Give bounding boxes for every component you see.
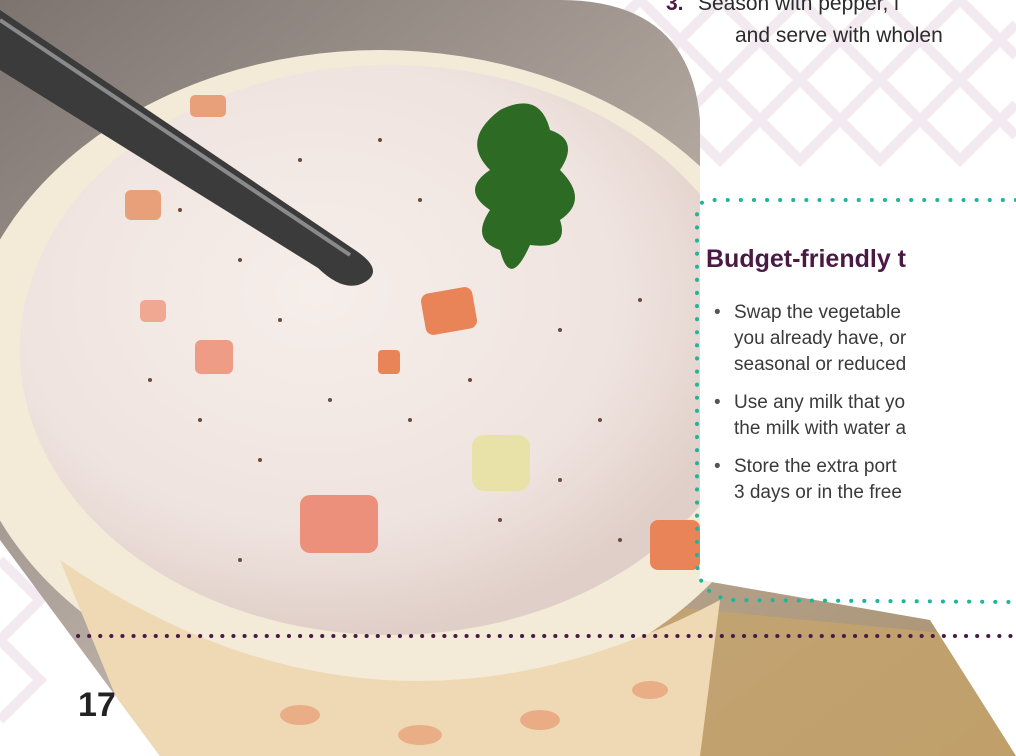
bullet-icon: • — [714, 392, 721, 413]
tip-text: Use any milk that yo the milk with water… — [734, 392, 907, 439]
tip-item: • Store the extra port 3 days or in the f… — [712, 454, 906, 506]
tips-list: • Swap the vegetable you already have, or… — [712, 300, 906, 518]
page-number: 17 — [78, 686, 116, 724]
tips-heading: Budget-friendly t — [706, 245, 906, 273]
bullet-icon: • — [714, 456, 721, 477]
tip-text: Swap the vegetable you already have, or … — [734, 302, 907, 375]
tip-text: Store the extra port 3 days or in the fr… — [734, 456, 902, 503]
bullet-icon: • — [714, 302, 721, 323]
tip-item: • Use any milk that yo the milk with wate… — [712, 390, 906, 442]
tip-item: • Swap the vegetable you already have, or… — [712, 300, 906, 378]
